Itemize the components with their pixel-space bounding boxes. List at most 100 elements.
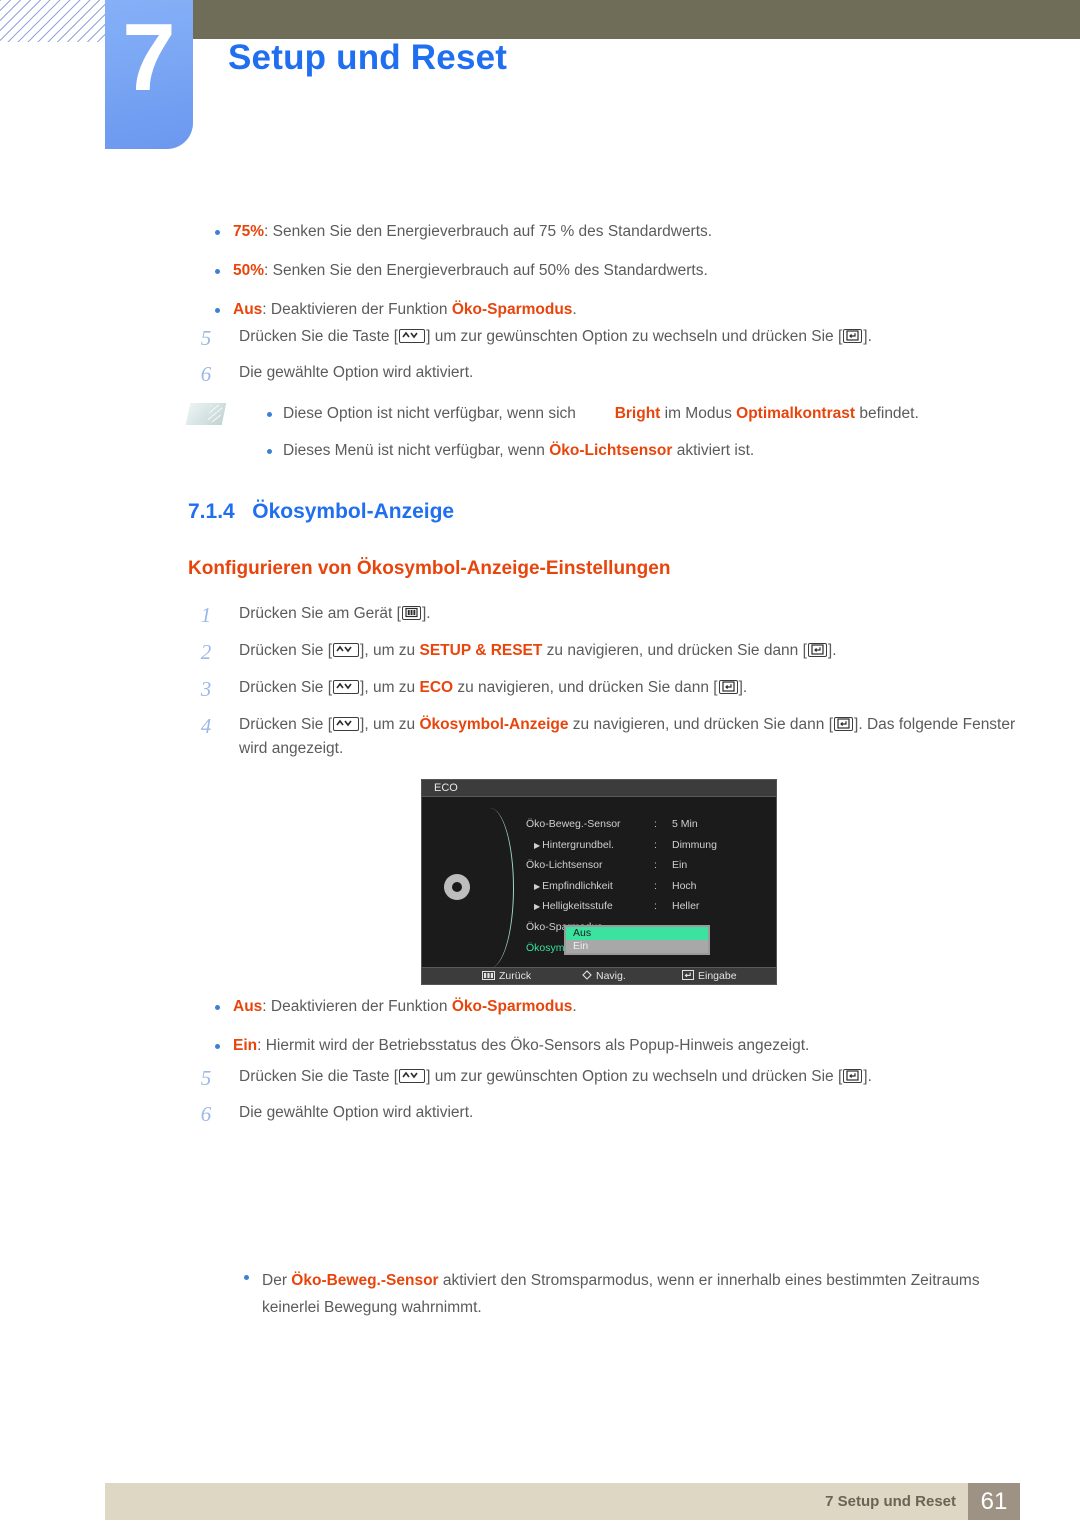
step-number: 6 <box>200 362 212 387</box>
osd-footer-nav-label: Navig. <box>596 970 626 982</box>
bottom-bullet-list: Aus: Deaktivieren der Funktion Öko-Sparm… <box>193 997 1023 1057</box>
up-down-key-icon <box>399 1069 426 1083</box>
osd-option-selected[interactable]: Aus <box>566 927 708 940</box>
bullet-term-2: Öko-Sparmodus <box>451 998 573 1015</box>
step-text-2: ], um zu <box>360 716 420 734</box>
osd-row-value: 5 Min <box>672 818 698 830</box>
step-text-2: ], um zu <box>360 679 420 697</box>
note-term-optimalkontrast: Optimalkontrast <box>736 405 856 422</box>
section-subheading: Konfigurieren von Ökosymbol-Anzeige-Eins… <box>188 558 671 579</box>
list-item: Ein: Hiermit wird der Betriebsstatus des… <box>193 1036 1023 1057</box>
note-text-2: aktiviert ist. <box>672 441 755 459</box>
bullet-term: Ein <box>233 1036 258 1054</box>
step-text-3: ]. <box>863 328 872 345</box>
steps-list: 1 Drücken Sie am Gerät []. 2 Drücken Sie [… <box>193 602 1023 761</box>
osd-row-colon: : <box>654 900 657 913</box>
header-hatch-decoration <box>0 0 106 42</box>
osd-footer-back[interactable]: Zurück <box>482 968 531 986</box>
note-text-2: im Modus <box>660 405 737 422</box>
section-number: 7.1.4 <box>188 500 235 523</box>
bullet-text-tail: . <box>572 998 577 1015</box>
chapter-number-block: 7 <box>105 0 193 149</box>
up-down-key-icon <box>399 329 426 343</box>
note-pencil-icon <box>185 403 227 425</box>
list-item: Diese Option ist nicht verfügbar, wenn s… <box>245 404 1020 425</box>
osd-dropdown[interactable]: Aus Ein <box>564 925 710 955</box>
diamond-icon <box>582 969 592 986</box>
step-text-3: zu navigieren, und drücken Sie dann [ <box>453 679 718 697</box>
osd-row-colon: : <box>654 818 657 830</box>
osd-arc-decoration <box>480 808 514 968</box>
page-title: Setup und Reset <box>228 38 508 77</box>
step-item: 4 Drücken Sie [], um zu Ökosymbol-Anzeige… <box>193 713 1023 761</box>
note-top: Diese Option ist nicht verfügbar, wenn s… <box>245 404 1020 462</box>
step-number: 6 <box>200 1102 212 1127</box>
osd-row-label: Öko-Lichtsensor <box>526 859 603 872</box>
osd-footer: Zurück Navig. Eingabe <box>422 967 776 984</box>
osd-row-value: Dimmung <box>672 838 717 851</box>
list-item: Der Öko-Beweg.-Sensor aktiviert den Stro… <box>222 1267 1022 1321</box>
note-text-3: befindet. <box>855 405 919 422</box>
bullet-term-2: Öko-Sparmodus <box>451 300 573 318</box>
bullet-text: : Deaktivieren der Funktion <box>262 998 452 1015</box>
bullet-text: : Deaktivieren der Funktion <box>262 300 452 318</box>
step-number: 2 <box>200 640 212 665</box>
menu-icon <box>482 969 495 986</box>
osd-row-label-text: Helligkeitsstufe <box>542 900 613 913</box>
osd-row-colon: : <box>654 838 657 851</box>
step-text-2: ] um zur gewünschten Option zu wechseln … <box>426 1068 843 1085</box>
header-band <box>193 0 1080 39</box>
step-item: 5 Drücken Sie die Taste [ ] um zur gewünsc… <box>193 1065 1023 1090</box>
enter-key-icon <box>807 643 827 658</box>
osd-row[interactable]: ▶ Hintergrundbel. : Dimmung <box>526 835 776 856</box>
section-title: Ökosymbol-Anzeige <box>252 500 455 523</box>
osd-row-colon: : <box>654 859 657 872</box>
footer-text: 7 Setup und Reset <box>825 1493 956 1510</box>
note-term-bright: Bright <box>614 405 661 422</box>
osd-row[interactable]: Öko-Lichtsensor : Ein <box>526 855 776 876</box>
step-text: Drücken Sie [ <box>239 716 333 734</box>
menu-key-icon <box>401 606 421 620</box>
top-bullet-list: 75%: Senken Sie den Energieverbrauch auf… <box>193 222 1013 321</box>
step-text: Drücken Sie am Gerät [ <box>239 605 401 622</box>
enter-icon <box>682 969 694 986</box>
osd-row-value: Ein <box>672 859 688 872</box>
step-highlight: SETUP & RESET <box>419 642 543 660</box>
osd-row-label: Öko-Beweg.-Sensor <box>526 818 621 830</box>
osd-footer-nav[interactable]: Navig. <box>582 968 626 986</box>
step-number: 4 <box>200 714 212 739</box>
step-item: 3 Drücken Sie [], um zu ECO zu navigieren… <box>193 676 1023 701</box>
list-item: 75%: Senken Sie den Energieverbrauch auf… <box>193 222 1013 243</box>
osd-row-colon: : <box>654 879 657 892</box>
bullet-term: 75% <box>233 223 265 240</box>
top-steps: 5 Drücken Sie die Taste [] um zur gewünsc… <box>193 325 1023 386</box>
bottom-steps: 5 Drücken Sie die Taste [ ] um zur gewünsc… <box>193 1065 1023 1126</box>
osd-row-label-text: Hintergrundbel. <box>542 838 614 851</box>
note-term-beweg-sensor: Öko-Beweg.-Sensor <box>291 1272 439 1289</box>
step-number: 5 <box>200 1066 212 1090</box>
bullet-text: : Hiermit wird der Betriebsstatus des Ök… <box>257 1036 810 1054</box>
osd-screenshot: ECO Öko-Beweg.-Sensor : 5 Min ▶ Hintergru… <box>421 779 777 985</box>
osd-footer-enter[interactable]: Eingabe <box>682 968 737 986</box>
gear-icon <box>444 874 470 900</box>
osd-row[interactable]: ▶ Helligkeitsstufe : Heller <box>526 896 776 917</box>
osd-footer-enter-label: Eingabe <box>698 970 737 982</box>
up-down-key-icon <box>333 680 360 695</box>
note-gap <box>576 405 615 422</box>
osd-row[interactable]: Öko-Beweg.-Sensor : 5 Min <box>526 814 776 835</box>
step-item: 2 Drücken Sie [], um zu SETUP & RESET zu … <box>193 639 1023 664</box>
osd-footer-back-label: Zurück <box>499 970 532 982</box>
osd-option[interactable]: Ein <box>566 940 708 953</box>
note-bottom: Der Öko-Beweg.-Sensor aktiviert den Stro… <box>222 1267 1022 1321</box>
osd-row-label-text: Empfindlichkeit <box>542 879 613 892</box>
osd-row[interactable]: ▶ Empfindlichkeit : Hoch <box>526 876 776 897</box>
step-text: Drücken Sie die Taste [ <box>239 1068 399 1085</box>
bullet-text-tail: . <box>572 300 577 318</box>
step-text-2: ]. <box>421 605 431 622</box>
step-text-3: zu navigieren, und drücken Sie dann [ <box>568 716 834 734</box>
enter-key-icon <box>834 717 854 732</box>
osd-row-label: ▶ Hintergrundbel. <box>534 835 652 857</box>
step-item: 6 Die gewählte Option wird aktiviert. <box>193 1101 1023 1126</box>
step-text: Die gewählte Option wird aktiviert. <box>239 1104 474 1122</box>
step-item: 1 Drücken Sie am Gerät []. <box>193 602 1023 627</box>
